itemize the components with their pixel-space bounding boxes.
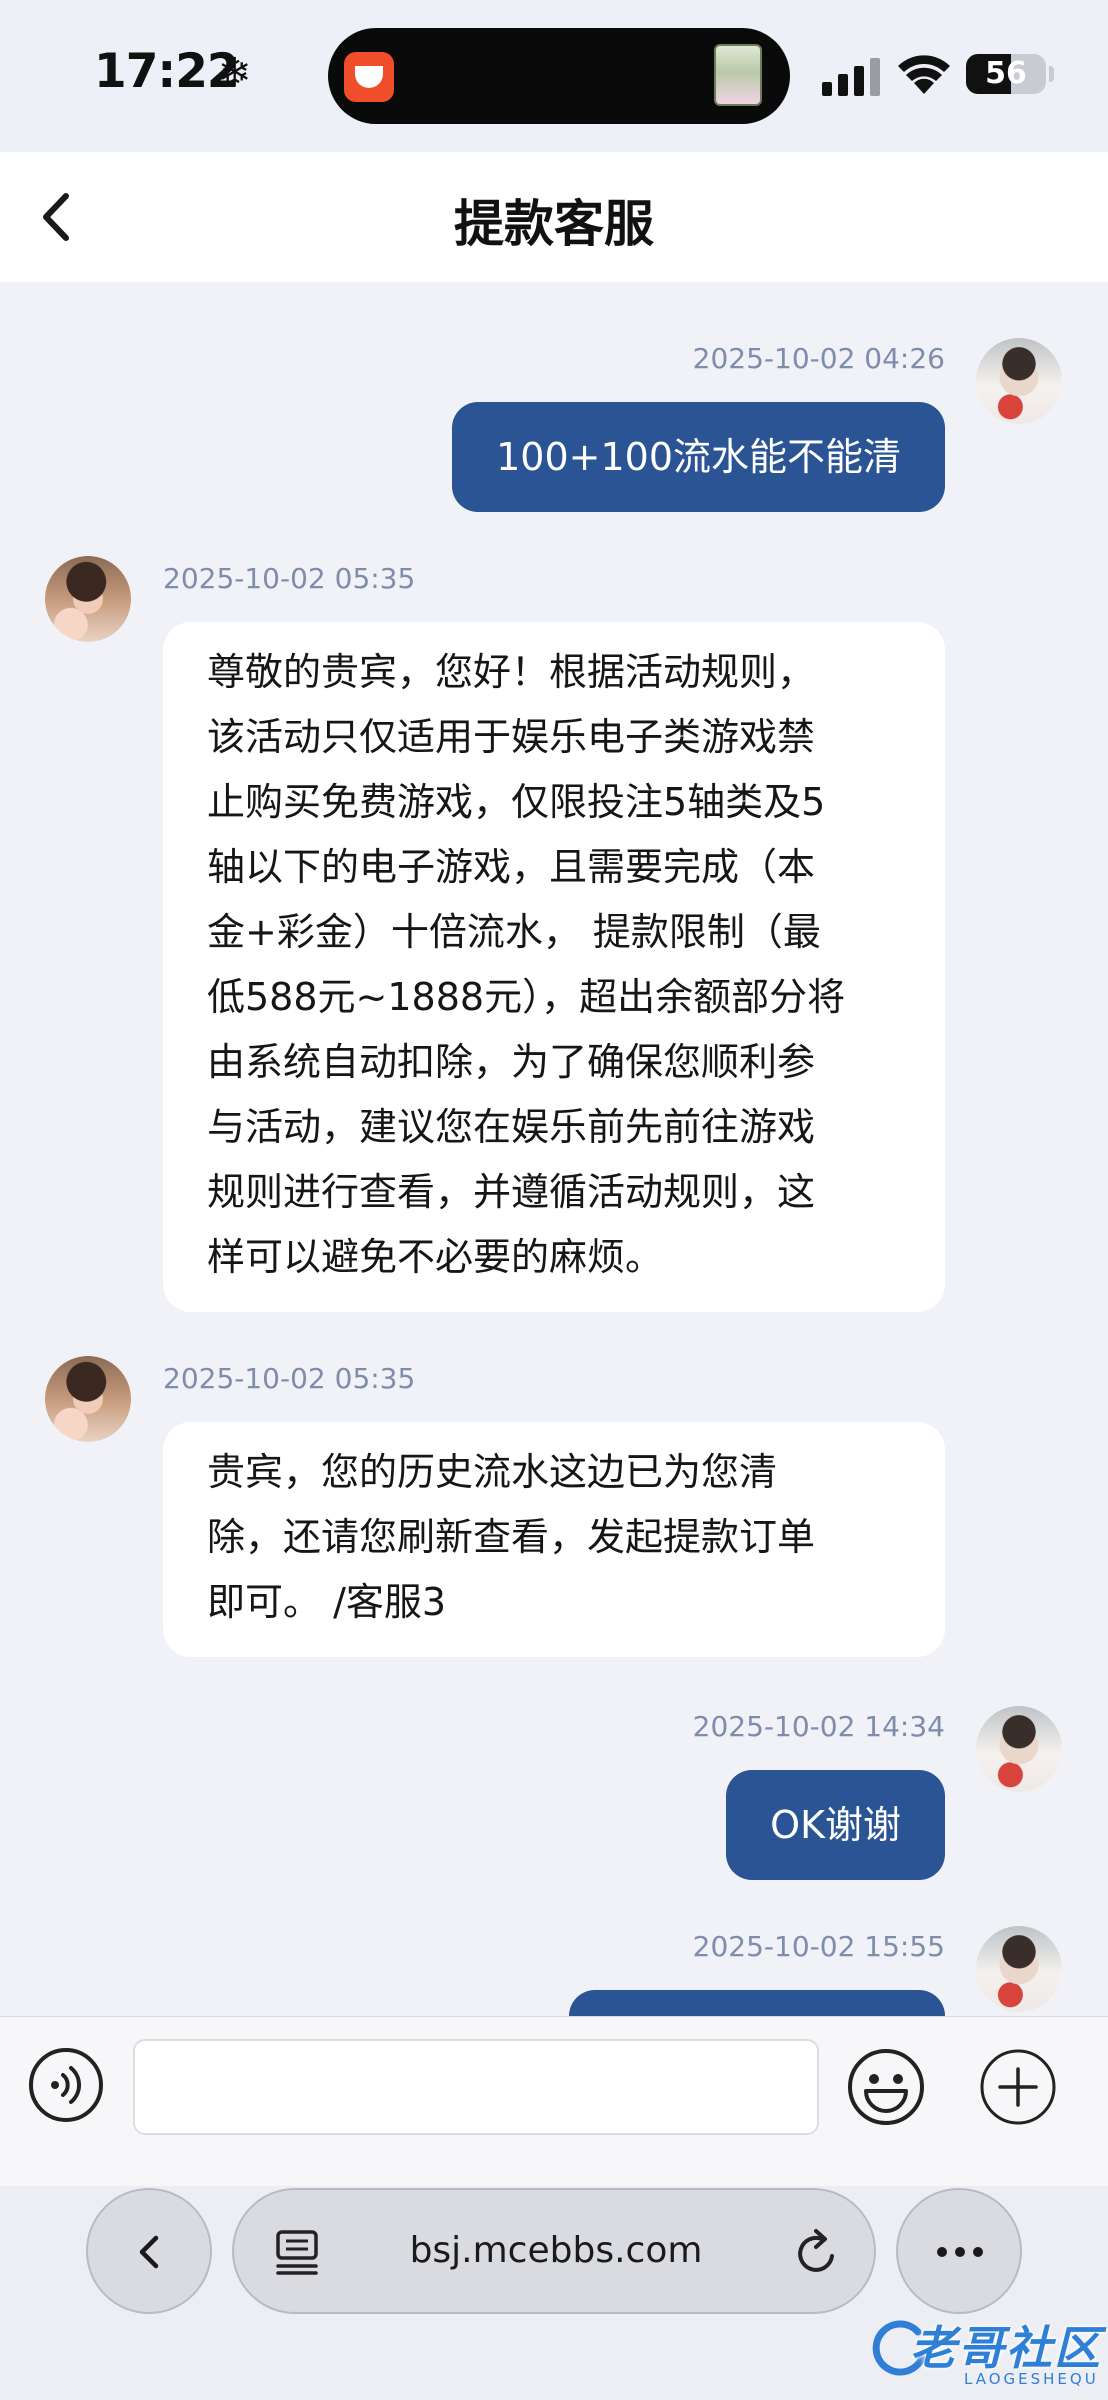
message-line: 贵宾，您的历史流水这边已为您清 xyxy=(207,1450,778,1494)
status-bar: 17:22 ❄ 56 xyxy=(0,0,1108,152)
user-avatar[interactable] xyxy=(976,1926,1062,2012)
screen: 17:22 ❄ 56 提款客服 2025-10-02 04:26 100+100… xyxy=(0,0,1108,2400)
battery-cap xyxy=(1049,66,1054,82)
battery-indicator: 56 xyxy=(966,54,1046,94)
message-line: 由系统自动扣除，为了确保您顺利参 xyxy=(207,1040,816,1084)
more-options-button[interactable] xyxy=(896,2188,1022,2314)
voice-icon[interactable] xyxy=(28,2047,104,2123)
outgoing-message-bubble[interactable]: 100+100流水能不能清 xyxy=(452,402,945,512)
wifi-icon xyxy=(898,55,950,94)
message-line: 即可。 /客服3 xyxy=(207,1580,447,1624)
watermark-subtext: LAOGESHEQU xyxy=(964,2370,1099,2388)
reload-icon[interactable] xyxy=(792,2226,842,2278)
user-avatar[interactable] xyxy=(976,338,1062,424)
incoming-message-bubble[interactable]: 尊敬的贵宾，您好！根据活动规则， 该活动只仅适用于娱乐电子类游戏禁 止购买免费游… xyxy=(163,622,945,1312)
message-timestamp: 2025-10-02 14:34 xyxy=(692,1710,945,1743)
media-thumbnail xyxy=(714,44,762,106)
message-line: 止购买免费游戏，仅限投注5轴类及5 xyxy=(207,780,826,824)
chat-message-list[interactable]: 2025-10-02 04:26 100+100流水能不能清 2025-10-0… xyxy=(0,282,1108,2016)
incoming-message-bubble[interactable]: 贵宾，您的历史流水这边已为您清 除，还请您刷新查看，发起提款订单 即可。 /客服… xyxy=(163,1422,945,1657)
url-text: bsj.mcebbs.com xyxy=(409,2230,703,2271)
message-line: 该活动只仅适用于娱乐电子类游戏禁 xyxy=(207,715,816,759)
message-line: 尊敬的贵宾，您好！根据活动规则， xyxy=(207,650,816,694)
message-line: 规则进行查看，并遵循活动规则，这 xyxy=(207,1170,816,1214)
message-input[interactable] xyxy=(133,2039,819,2135)
status-time: 17:22 xyxy=(94,44,240,99)
browser-back-button[interactable] xyxy=(86,2188,212,2314)
message-timestamp: 2025-10-02 04:26 xyxy=(692,342,945,375)
back-chevron-icon[interactable] xyxy=(24,182,94,252)
back-chevron-icon xyxy=(139,2235,159,2269)
battery-level: 56 xyxy=(985,56,1027,91)
message-line: 与活动，建议您在娱乐前先前往游戏 xyxy=(207,1105,816,1149)
snowflake-icon: ❄ xyxy=(218,50,252,96)
message-timestamp: 2025-10-02 05:35 xyxy=(163,1362,416,1395)
message-line: 金+彩金）十倍流水， 提款限制（最 xyxy=(207,910,821,954)
address-bar[interactable]: bsj.mcebbs.com xyxy=(232,2188,876,2314)
message-line: 样可以避免不必要的麻烦。 xyxy=(207,1235,664,1279)
watermark-logo: 老哥社区 LAOGESHEQU xyxy=(868,2300,1108,2400)
message-line: 低588元~1888元），超出余额部分将 xyxy=(207,975,846,1019)
message-timestamp: 2025-10-02 05:35 xyxy=(163,562,416,595)
agent-avatar[interactable] xyxy=(45,1356,131,1442)
more-icon xyxy=(937,2247,983,2257)
agent-avatar[interactable] xyxy=(45,556,131,642)
page-title: 提款客服 xyxy=(454,195,654,253)
outgoing-message-bubble[interactable]: OK谢谢 xyxy=(726,1770,945,1880)
emoji-icon[interactable] xyxy=(846,2047,926,2127)
tomato-app-icon xyxy=(344,52,394,102)
outgoing-message-bubble[interactable] xyxy=(569,1990,945,2016)
message-timestamp: 2025-10-02 15:55 xyxy=(692,1930,945,1963)
nav-bar: 提款客服 xyxy=(0,152,1108,282)
watermark-text: 老哥社区 xyxy=(910,2321,1102,2375)
user-avatar[interactable] xyxy=(976,1706,1062,1792)
message-line: 除，还请您刷新查看，发起提款订单 xyxy=(207,1515,816,1559)
message-line: 轴以下的电子游戏，且需要完成（本 xyxy=(207,845,816,889)
plus-icon[interactable] xyxy=(978,2047,1058,2127)
cellular-signal-icon xyxy=(822,56,880,96)
message-input-bar xyxy=(0,2016,1108,2186)
